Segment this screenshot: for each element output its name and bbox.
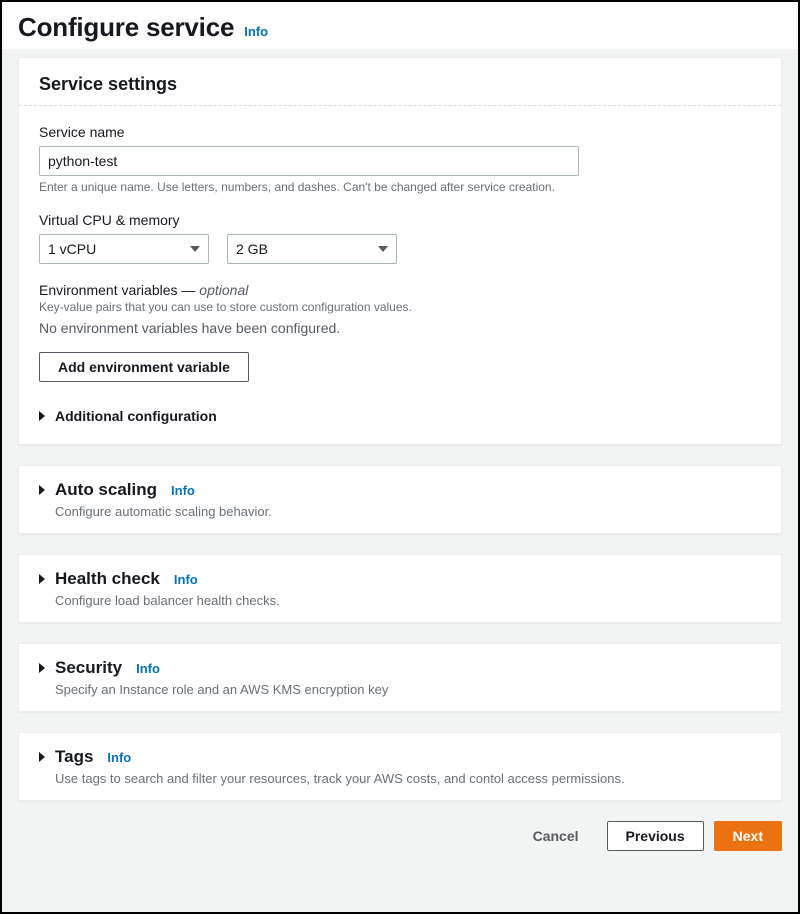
service-name-label: Service name xyxy=(39,124,761,140)
service-settings-panel: Service settings Service name Enter a un… xyxy=(18,57,782,445)
chevron-right-icon xyxy=(39,752,45,762)
cancel-button[interactable]: Cancel xyxy=(515,822,597,850)
health-check-toggle[interactable]: Health check Info xyxy=(39,569,761,589)
page-title: Configure service xyxy=(18,12,234,43)
health-check-panel: Health check Info Configure load balance… xyxy=(18,554,782,623)
chevron-right-icon xyxy=(39,663,45,673)
tags-desc: Use tags to search and filter your resou… xyxy=(55,771,761,786)
security-panel: Security Info Specify an Instance role a… xyxy=(18,643,782,712)
previous-button[interactable]: Previous xyxy=(607,821,704,851)
health-check-desc: Configure load balancer health checks. xyxy=(55,593,761,608)
add-env-variable-button[interactable]: Add environment variable xyxy=(39,352,249,382)
info-link[interactable]: Info xyxy=(174,572,198,587)
footer-actions: Cancel Previous Next xyxy=(18,821,782,851)
auto-scaling-toggle[interactable]: Auto scaling Info xyxy=(39,480,761,500)
additional-configuration-toggle[interactable]: Additional configuration xyxy=(39,408,761,424)
auto-scaling-panel: Auto scaling Info Configure automatic sc… xyxy=(18,465,782,534)
vcpu-select-value: 1 vCPU xyxy=(48,241,96,257)
security-toggle[interactable]: Security Info xyxy=(39,658,761,678)
security-title: Security xyxy=(55,658,122,678)
chevron-right-icon xyxy=(39,574,45,584)
service-name-hint: Enter a unique name. Use letters, number… xyxy=(39,180,761,194)
env-variables-hint: Key-value pairs that you can use to stor… xyxy=(39,300,761,314)
cpu-memory-label: Virtual CPU & memory xyxy=(39,212,761,228)
auto-scaling-desc: Configure automatic scaling behavior. xyxy=(55,504,761,519)
memory-select[interactable]: 2 GB xyxy=(227,234,397,264)
info-link[interactable]: Info xyxy=(244,24,268,39)
chevron-right-icon xyxy=(39,411,45,421)
vcpu-select[interactable]: 1 vCPU xyxy=(39,234,209,264)
service-name-input[interactable] xyxy=(39,146,579,176)
next-button[interactable]: Next xyxy=(714,821,782,851)
chevron-down-icon xyxy=(190,246,200,252)
auto-scaling-title: Auto scaling xyxy=(55,480,157,500)
info-link[interactable]: Info xyxy=(136,661,160,676)
tags-toggle[interactable]: Tags Info xyxy=(39,747,761,767)
tags-panel: Tags Info Use tags to search and filter … xyxy=(18,732,782,801)
env-variables-empty: No environment variables have been confi… xyxy=(39,320,761,336)
tags-title: Tags xyxy=(55,747,93,767)
health-check-title: Health check xyxy=(55,569,160,589)
chevron-down-icon xyxy=(378,246,388,252)
info-link[interactable]: Info xyxy=(171,483,195,498)
security-desc: Specify an Instance role and an AWS KMS … xyxy=(55,682,761,697)
info-link[interactable]: Info xyxy=(107,750,131,765)
page-header: Configure service Info xyxy=(2,2,798,49)
memory-select-value: 2 GB xyxy=(236,241,268,257)
service-settings-title: Service settings xyxy=(19,58,781,106)
chevron-right-icon xyxy=(39,485,45,495)
env-variables-label: Environment variables — optional xyxy=(39,282,761,298)
additional-configuration-label: Additional configuration xyxy=(55,408,217,424)
